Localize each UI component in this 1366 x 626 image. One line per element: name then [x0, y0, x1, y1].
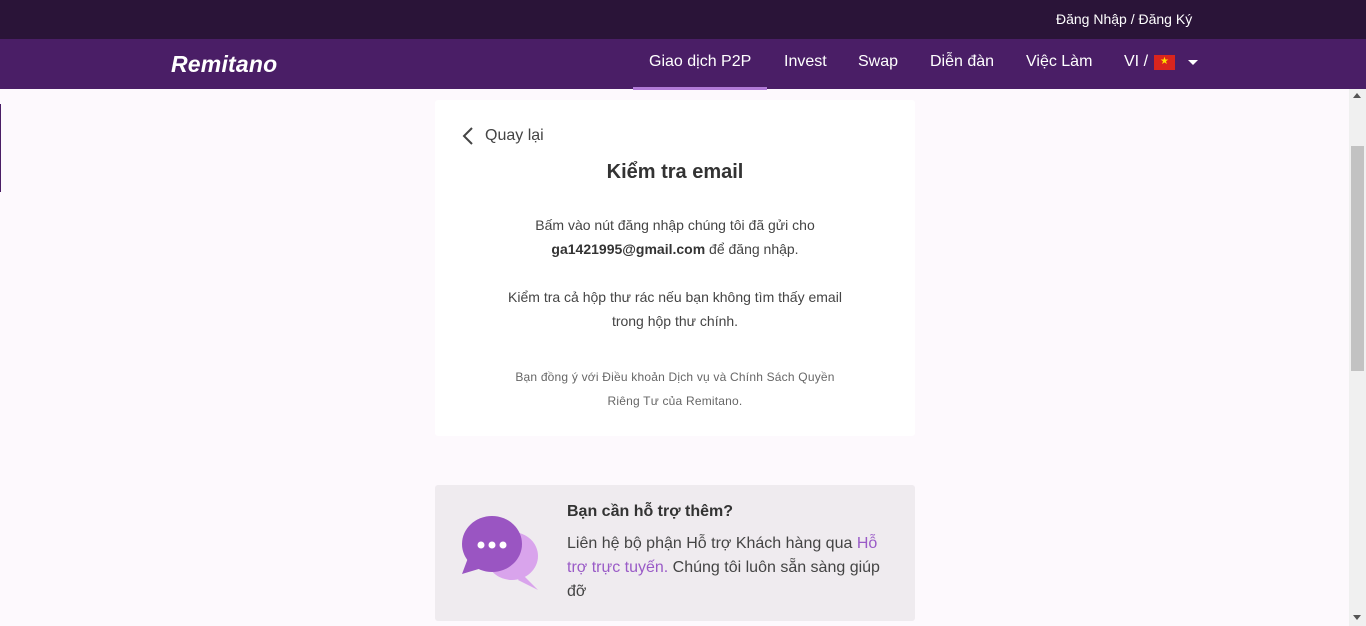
support-title: Bạn cần hỗ trợ thêm?	[567, 503, 734, 520]
chat-bubbles-icon	[462, 516, 538, 590]
remitano-logo[interactable]: Remitano	[171, 51, 277, 78]
instruction-line1: Bấm vào nút đăng nhập chúng tôi đã gửi c…	[535, 217, 815, 233]
nav-item-forum[interactable]: Diễn đàn	[930, 53, 994, 71]
spam-hint-line1: Kiểm tra cả hộp thư rác nếu bạn không tì…	[508, 289, 842, 305]
email-address: ga1421995@gmail.com	[551, 241, 706, 257]
support-text-before: Liên hệ bộ phận Hỗ trợ Khách hàng qua	[567, 535, 857, 552]
chevron-left-icon	[462, 127, 473, 145]
instruction-line2: để đăng nhập.	[705, 241, 799, 257]
language-label: VI /	[1124, 53, 1149, 70]
terms-line2: Riêng Tư của Remitano.	[607, 394, 743, 408]
terms-line1: Bạn đồng ý với Điều khoản Dịch vụ và Chí…	[515, 370, 835, 384]
scroll-down-arrow-icon[interactable]	[1353, 615, 1361, 620]
scroll-up-arrow-icon[interactable]	[1353, 93, 1361, 98]
left-edge-line	[0, 104, 1, 192]
login-register-link[interactable]: Đăng Nhập / Đăng Ký	[1056, 11, 1192, 27]
back-label: Quay lại	[485, 127, 544, 144]
nav-item-p2p[interactable]: Giao dịch P2P	[632, 53, 768, 90]
back-button[interactable]: Quay lại	[461, 126, 544, 146]
spam-hint-text: Kiểm tra cả hộp thư rác nếu bạn không tì…	[435, 285, 915, 333]
instruction-text: Bấm vào nút đăng nhập chúng tôi đã gửi c…	[435, 213, 915, 261]
nav-item-invest[interactable]: Invest	[784, 53, 827, 71]
language-selector[interactable]: VI / ★	[1124, 53, 1199, 71]
main-navbar: Remitano Giao dịch P2P Invest Swap Diễn …	[0, 39, 1366, 90]
vietnam-flag-icon: ★	[1154, 54, 1176, 70]
nav-item-swap[interactable]: Swap	[858, 53, 898, 71]
vertical-scrollbar[interactable]	[1349, 89, 1366, 626]
scrollbar-thumb[interactable]	[1351, 146, 1364, 371]
spam-hint-line2: trong hộp thư chính.	[611, 313, 739, 329]
chevron-down-icon	[1188, 59, 1199, 65]
page-title: Kiểm tra email	[606, 161, 744, 183]
top-bar: Đăng Nhập / Đăng Ký	[0, 0, 1366, 39]
terms-text: Bạn đồng ý với Điều khoản Dịch vụ và Chí…	[435, 365, 915, 413]
support-text: Liên hệ bộ phận Hỗ trợ Khách hàng qua Hỗ…	[567, 532, 897, 604]
nav-item-jobs[interactable]: Việc Làm	[1026, 53, 1092, 71]
